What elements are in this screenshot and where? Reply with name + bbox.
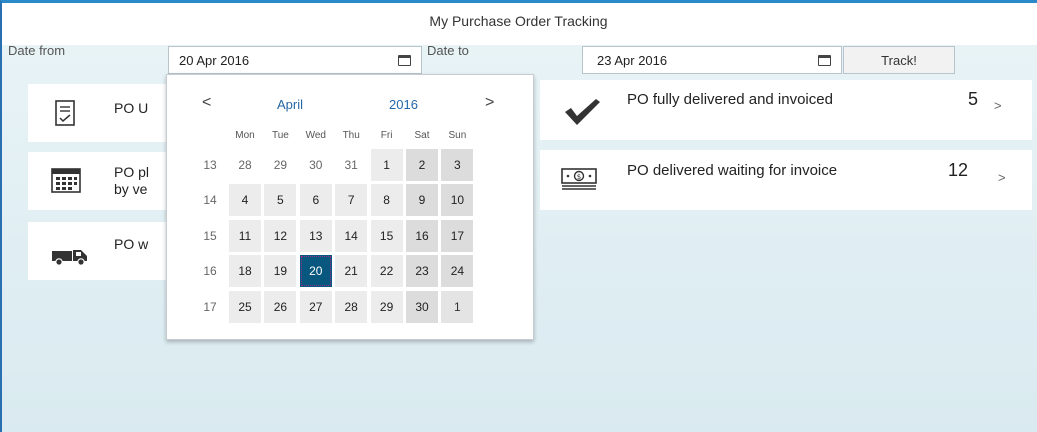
tile-count: 5 xyxy=(968,89,979,109)
calendar-day[interactable]: 14 xyxy=(334,218,369,253)
calendar-day[interactable]: 27 xyxy=(298,289,333,324)
calendar-day[interactable]: 19 xyxy=(263,254,298,289)
calendar-day[interactable]: 6 xyxy=(298,183,333,218)
calendar-day[interactable]: 28 xyxy=(334,289,369,324)
tile-label: PO w xyxy=(114,236,149,252)
week-number: 13 xyxy=(203,158,217,172)
tile-label: PO U xyxy=(114,100,149,116)
calendar-day[interactable]: 29 xyxy=(369,289,404,324)
date-from-field[interactable]: 20 Apr 2016 xyxy=(168,46,422,74)
calendar-day[interactable]: 28 xyxy=(228,148,262,182)
calendar-day[interactable]: 21 xyxy=(334,254,369,289)
week-number: 14 xyxy=(203,193,217,208)
weekday-header: Mon xyxy=(235,130,255,141)
week-number: 17 xyxy=(203,299,217,314)
weekday-header: Wed xyxy=(305,130,326,141)
track-button[interactable]: Track! xyxy=(843,46,955,74)
calendar-day[interactable]: 29 xyxy=(263,148,298,182)
calendar-day[interactable]: 17 xyxy=(440,218,475,253)
calendar-day[interactable]: 25 xyxy=(228,289,262,324)
month-selector[interactable]: April xyxy=(277,97,303,112)
weekday-header: Thu xyxy=(342,130,360,141)
calendar-day[interactable]: 12 xyxy=(263,218,298,253)
tile-label: PO pl xyxy=(114,164,150,180)
weekday-header: Sat xyxy=(414,130,430,141)
calendar-day[interactable]: 8 xyxy=(369,183,404,218)
calendar-day[interactable]: 11 xyxy=(228,218,262,253)
tile-po-waiting[interactable]: PO w xyxy=(28,222,178,280)
calendar-day[interactable]: 22 xyxy=(369,254,404,289)
calendar-day[interactable]: 16 xyxy=(405,218,439,253)
weekday-header: Sun xyxy=(448,130,467,141)
date-to-value: 23 Apr 2016 xyxy=(597,52,668,68)
calendar-day[interactable]: 3 xyxy=(440,148,475,182)
week-number: 15 xyxy=(203,228,217,243)
calendar-icon[interactable] xyxy=(818,54,831,66)
calendar-day[interactable]: 1 xyxy=(440,289,475,324)
calendar-day[interactable]: 13 xyxy=(298,218,333,253)
tile-po-delivered-waiting[interactable]: $ PO delivered waiting for invoice 12 > xyxy=(540,150,1032,210)
tile-count: 12 xyxy=(948,160,969,180)
date-picker-popup: < April 2016 > Mon Tue Wed Thu Fri Sat Sun 13 28… xyxy=(166,74,534,340)
page-title: My Purchase Order Tracking xyxy=(429,13,608,29)
tile-label: PO delivered waiting for invoice xyxy=(627,162,838,179)
truck-icon xyxy=(52,250,87,266)
calendar-day[interactable]: 5 xyxy=(263,183,298,218)
document-check-icon xyxy=(55,100,75,126)
date-from-label: Date from xyxy=(8,43,66,58)
tile-label-line2: by ve xyxy=(114,181,148,197)
tile-po-u[interactable]: PO U xyxy=(28,84,178,142)
calendar-day-selected[interactable]: 20 xyxy=(298,254,333,289)
calendar-day[interactable]: 24 xyxy=(440,254,475,289)
calendar-grid-icon xyxy=(51,168,81,193)
calendar-day[interactable]: 1 xyxy=(369,148,404,182)
date-to-field[interactable]: 23 Apr 2016 xyxy=(582,46,842,74)
tile-label: PO fully delivered and invoiced xyxy=(627,91,833,108)
date-from-value: 20 Apr 2016 xyxy=(179,52,250,68)
calendar-day[interactable]: 30 xyxy=(405,289,439,324)
prev-month-button[interactable]: < xyxy=(202,94,211,112)
weekday-header: Fri xyxy=(380,130,393,141)
calendar-day[interactable]: 30 xyxy=(298,148,333,182)
calendar-day[interactable]: 31 xyxy=(334,148,369,182)
calendar-day[interactable]: 15 xyxy=(369,218,404,253)
chevron-right-icon: > xyxy=(994,98,1002,113)
calendar-day[interactable]: 18 xyxy=(228,254,262,289)
calendar-icon[interactable] xyxy=(398,54,411,66)
svg-text:$: $ xyxy=(577,173,581,181)
week-number: 16 xyxy=(203,264,217,279)
tile-po-delivered-invoiced[interactable]: PO fully delivered and invoiced 5 > xyxy=(540,80,1032,140)
calendar-day[interactable]: 9 xyxy=(405,183,439,218)
money-icon: $ xyxy=(561,168,597,190)
chevron-right-icon: > xyxy=(998,170,1006,185)
calendar-day[interactable]: 26 xyxy=(263,289,298,324)
calendar-day[interactable]: 2 xyxy=(405,148,439,182)
next-month-button[interactable]: > xyxy=(485,94,494,112)
date-to-label: Date to xyxy=(427,43,469,58)
tile-po-planned[interactable]: PO pl by ve xyxy=(28,152,178,210)
checkmark-icon xyxy=(565,99,600,125)
calendar-day[interactable]: 23 xyxy=(405,254,439,289)
calendar-day[interactable]: 4 xyxy=(228,183,262,218)
calendar-day[interactable]: 7 xyxy=(334,183,369,218)
year-selector[interactable]: 2016 xyxy=(389,97,418,112)
calendar-day[interactable]: 10 xyxy=(440,183,475,218)
weekday-header: Tue xyxy=(271,130,289,141)
